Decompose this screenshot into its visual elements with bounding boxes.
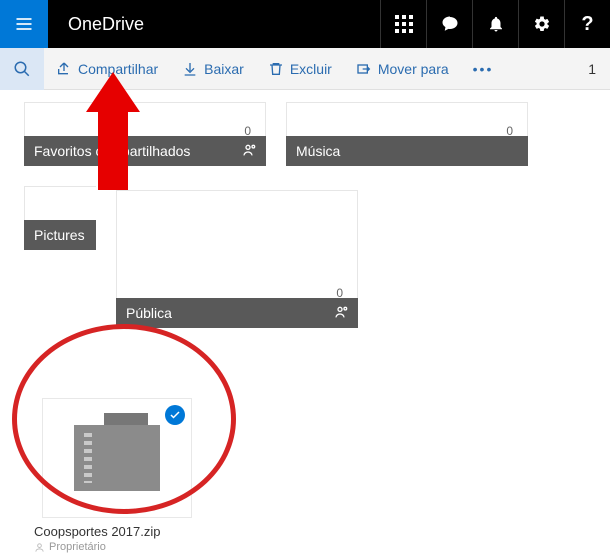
brand-title: OneDrive — [48, 14, 144, 35]
selection-count: 1 — [588, 61, 610, 77]
gear-icon — [533, 15, 551, 33]
ellipsis-icon: ••• — [473, 61, 494, 77]
file-owner: Proprietário — [32, 539, 202, 555]
zip-folder-icon — [74, 425, 160, 491]
folder-tile-musica[interactable]: 0 Música — [286, 102, 528, 166]
people-icon — [242, 142, 258, 161]
download-button[interactable]: Baixar — [170, 48, 256, 90]
delete-label: Excluir — [290, 61, 332, 77]
app-launcher-button[interactable] — [380, 0, 426, 48]
share-button[interactable]: Compartilhar — [44, 48, 170, 90]
content-area: 0 Favoritos compartilhados 0 Música Pict… — [0, 90, 610, 555]
command-bar: Compartilhar Baixar Excluir Mover para •… — [0, 48, 610, 90]
folder-name: Favoritos compartilhados — [34, 143, 190, 159]
chat-icon — [441, 15, 459, 33]
folder-name: Pictures — [34, 227, 85, 243]
waffle-icon — [395, 15, 413, 33]
help-button[interactable]: ? — [564, 0, 610, 48]
download-label: Baixar — [204, 61, 244, 77]
move-button[interactable]: Mover para — [344, 48, 461, 90]
download-icon — [182, 61, 198, 77]
folder-name: Música — [296, 143, 340, 159]
bell-icon — [487, 15, 505, 33]
search-icon — [13, 60, 31, 78]
chat-button[interactable] — [426, 0, 472, 48]
folder-name: Pública — [126, 305, 172, 321]
file-owner-label: Proprietário — [49, 541, 106, 553]
help-icon: ? — [581, 13, 593, 36]
search-button[interactable] — [0, 48, 44, 90]
app-header: OneDrive ? — [0, 0, 610, 48]
file-thumbnail[interactable] — [42, 398, 192, 518]
move-label: Mover para — [378, 61, 449, 77]
file-name: Coopsportes 2017.zip — [32, 518, 202, 539]
folder-tile-favoritos[interactable]: 0 Favoritos compartilhados — [24, 102, 266, 166]
settings-button[interactable] — [518, 0, 564, 48]
folder-tile-pictures[interactable]: Pictures — [24, 186, 96, 250]
folder-tile-publica[interactable]: 0 Pública — [116, 190, 358, 328]
people-icon — [334, 304, 350, 323]
hamburger-icon — [14, 14, 34, 34]
trash-icon — [268, 61, 284, 77]
file-item[interactable]: Coopsportes 2017.zip Proprietário — [32, 398, 202, 555]
delete-button[interactable]: Excluir — [256, 48, 344, 90]
selected-checkmark-icon[interactable] — [165, 405, 185, 425]
notifications-button[interactable] — [472, 0, 518, 48]
menu-button[interactable] — [0, 0, 48, 48]
share-icon — [56, 61, 72, 77]
share-label: Compartilhar — [78, 61, 158, 77]
person-icon — [34, 542, 45, 553]
more-button[interactable]: ••• — [461, 48, 506, 90]
move-icon — [356, 61, 372, 77]
